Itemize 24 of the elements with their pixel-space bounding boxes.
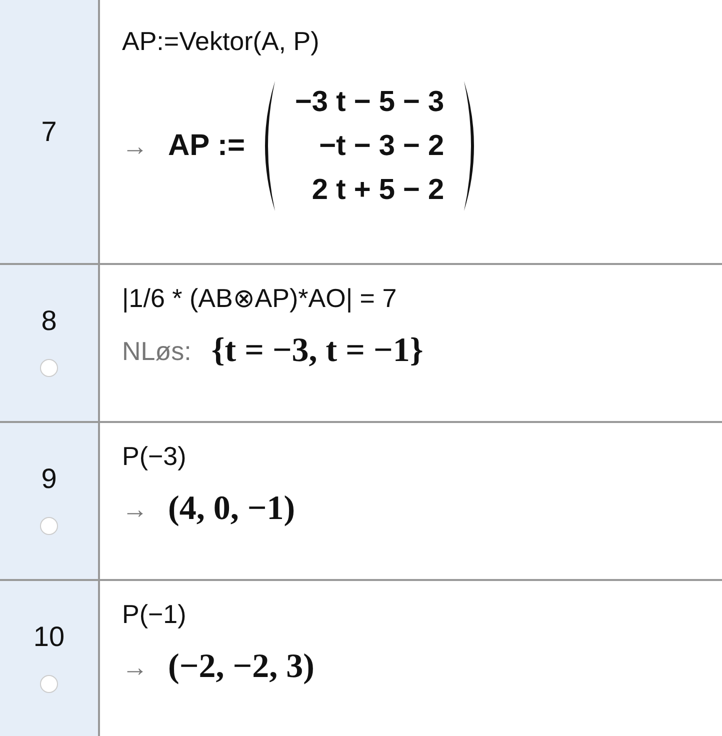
- visibility-toggle[interactable]: [40, 517, 58, 535]
- arrow-sign: →: [122, 494, 148, 524]
- row-number: 10: [33, 621, 65, 653]
- result-value: (4, 0, −1): [168, 490, 296, 528]
- result-value: (−2, −2, 3): [168, 648, 314, 686]
- row-number: 9: [41, 463, 57, 495]
- vector-entry: 2 t + 5 − 2: [312, 173, 444, 208]
- solve-label: NLøs:: [122, 336, 192, 366]
- row-number: 7: [41, 116, 57, 148]
- arrow-sign: →: [122, 652, 148, 682]
- parenthesis-icon: [264, 81, 275, 211]
- input-expression: |1/6 * (AB⊗AP)*AO| = 7: [122, 283, 398, 314]
- input-expression: P(−1): [122, 599, 188, 630]
- visibility-toggle[interactable]: [40, 675, 58, 693]
- arrow-sign: →: [122, 130, 148, 162]
- row-number: 8: [41, 305, 57, 337]
- parenthesis-icon: [464, 81, 474, 211]
- vector-entry: −3 t − 5 − 3: [294, 85, 444, 120]
- vector-name: AP :=: [168, 129, 245, 163]
- visibility-toggle[interactable]: [40, 359, 58, 377]
- vector-entry: −t − 3 − 2: [319, 129, 444, 164]
- input-expression: P(−3): [122, 441, 188, 472]
- input-expression: AP:=Vektor(A, P): [122, 26, 320, 57]
- solution-set: {t = −3, t = −1}: [211, 332, 424, 370]
